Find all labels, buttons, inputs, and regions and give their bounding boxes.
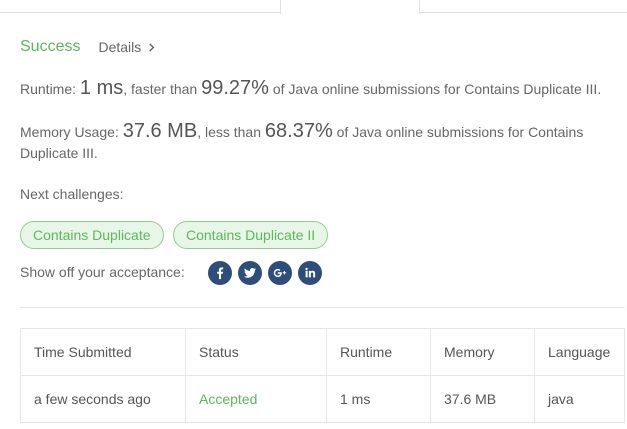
column-header-memory[interactable]: Memory bbox=[430, 328, 535, 376]
runtime-faster-text: , faster than bbox=[123, 81, 198, 97]
share-label: Show off your acceptance: bbox=[20, 264, 185, 280]
memory-stat: Memory Usage: 37.6 MB, less than 68.37% … bbox=[20, 121, 610, 164]
chevron-right-icon bbox=[149, 42, 155, 52]
next-challenge-chip[interactable]: Contains Duplicate II bbox=[173, 221, 329, 249]
details-link[interactable]: Details bbox=[98, 39, 156, 55]
next-challenge-chip[interactable]: Contains Duplicate bbox=[20, 221, 164, 249]
cell-language: java bbox=[534, 375, 625, 423]
runtime-stat: Runtime: 1 ms, faster than 99.27% of Jav… bbox=[20, 78, 610, 100]
linkedin-icon[interactable] bbox=[298, 261, 322, 285]
table-row: a few seconds ago Accepted 1 ms 37.6 MB … bbox=[20, 375, 625, 423]
tab-other[interactable] bbox=[419, 0, 627, 13]
tab-description[interactable] bbox=[0, 0, 281, 13]
submissions-table: Time Submitted Status Runtime Memory Lan… bbox=[20, 328, 625, 423]
column-header-runtime[interactable]: Runtime bbox=[326, 328, 431, 376]
runtime-percent: 99.27% bbox=[201, 77, 269, 99]
cell-runtime: 1 ms bbox=[326, 375, 431, 423]
cell-memory: 37.6 MB bbox=[430, 375, 535, 423]
status-success: Success bbox=[20, 38, 81, 55]
next-challenges-label: Next challenges: bbox=[20, 186, 124, 202]
google-plus-icon[interactable] bbox=[268, 261, 292, 285]
memory-value: 37.6 MB bbox=[122, 120, 198, 142]
facebook-icon[interactable] bbox=[208, 261, 232, 285]
runtime-label: Runtime: bbox=[20, 81, 77, 97]
runtime-value: 1 ms bbox=[79, 77, 124, 99]
memory-label: Memory Usage: bbox=[20, 124, 119, 140]
table-header-row: Time Submitted Status Runtime Memory Lan… bbox=[20, 328, 625, 376]
memory-less-text: , less than bbox=[197, 124, 262, 140]
status-line: Success Details bbox=[20, 37, 156, 57]
column-header-language[interactable]: Language bbox=[534, 328, 625, 376]
details-label: Details bbox=[98, 39, 142, 55]
runtime-suffix: of Java online submissions for Contains … bbox=[272, 81, 602, 97]
cell-status-link[interactable]: Accepted bbox=[185, 375, 327, 423]
column-header-time[interactable]: Time Submitted bbox=[20, 328, 186, 376]
memory-percent: 68.37% bbox=[264, 120, 333, 142]
tab-bar bbox=[0, 0, 627, 14]
twitter-icon[interactable] bbox=[238, 261, 262, 285]
cell-time-submitted: a few seconds ago bbox=[20, 375, 186, 423]
tab-submission-active[interactable] bbox=[280, 0, 420, 14]
divider bbox=[20, 307, 625, 308]
column-header-status[interactable]: Status bbox=[185, 328, 327, 376]
